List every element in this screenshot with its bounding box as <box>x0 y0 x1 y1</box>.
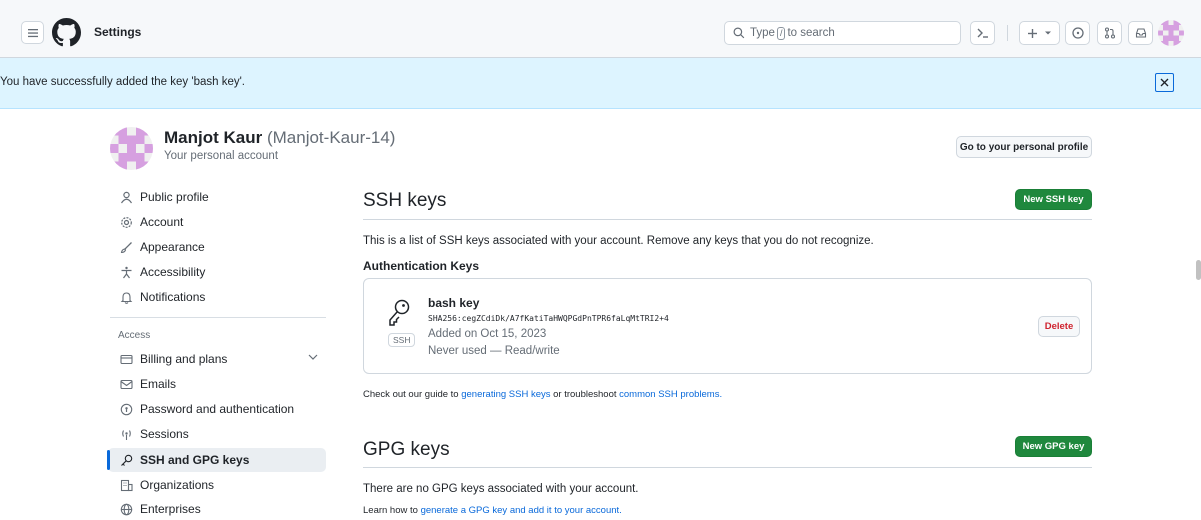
app-header: Settings Type / to search <box>0 0 1201 58</box>
delete-key-button[interactable]: Delete <box>1038 316 1080 337</box>
sidebar-divider <box>110 317 326 318</box>
mail-icon <box>118 378 134 391</box>
new-gpg-key-button[interactable]: New GPG key <box>1015 436 1092 457</box>
ssh-badge: SSH <box>388 333 416 347</box>
sidebar-item-appearance[interactable]: Appearance <box>118 236 328 258</box>
profile-name: Manjot Kaur (Manjot-Kaur-14) <box>164 128 395 148</box>
page-scrollbar[interactable] <box>1196 260 1201 280</box>
create-new-button[interactable] <box>1019 21 1060 45</box>
gear-icon <box>118 216 134 229</box>
search-shortcut-key: / <box>776 26 786 40</box>
sidebar-item-label: Password and authentication <box>140 402 295 416</box>
sidebar-heading-access: Access <box>118 330 151 341</box>
issues-button[interactable] <box>1065 21 1090 45</box>
accessibility-icon <box>118 266 134 279</box>
search-placeholder-prefix: Type <box>750 27 775 39</box>
ssh-key-title: bash key <box>428 296 480 310</box>
gpg-keys-title: GPG keys <box>363 439 450 460</box>
generating-ssh-keys-link[interactable]: generating SSH keys <box>461 389 550 400</box>
ssh-description: This is a list of SSH keys associated wi… <box>363 235 874 247</box>
ssh-key-item: SSH bash key SHA256:cegZCdiDk/A7fKatiTaH… <box>363 278 1092 374</box>
profile-avatar[interactable] <box>110 127 153 170</box>
flash-message: You have successfully added the key 'bas… <box>0 76 245 88</box>
terminal-icon <box>977 28 988 38</box>
bell-icon <box>118 291 134 304</box>
sidebar-item-label: Emails <box>140 377 177 391</box>
caret-down-icon <box>1045 31 1051 35</box>
learn-prefix: Learn how to <box>363 505 418 516</box>
sidebar-item-label: Billing and plans <box>140 352 228 366</box>
profile-handle: (Manjot-Kaur-14) <box>266 128 396 147</box>
ssh-key-added-date: Added on Oct 15, 2023 <box>428 328 547 340</box>
gpg-section-divider <box>363 467 1092 468</box>
inbox-icon <box>1135 28 1146 38</box>
profile-display-name: Manjot Kaur <box>164 128 263 147</box>
sidebar-item-label: Accessibility <box>140 265 206 279</box>
pull-requests-button[interactable] <box>1097 21 1122 45</box>
globe-icon <box>118 503 134 516</box>
menu-button[interactable] <box>21 21 44 44</box>
ssh-keys-title: SSH keys <box>363 190 447 211</box>
sidebar-item-ssh-gpg-keys[interactable]: SSH and GPG keys <box>118 449 328 471</box>
sidebar-item-label: Notifications <box>140 290 206 304</box>
sidebar-item-label: Public profile <box>140 190 209 204</box>
issue-opened-icon <box>1071 27 1084 39</box>
sidebar-item-label: Account <box>140 215 184 229</box>
sidebar-item-sessions[interactable]: Sessions <box>118 423 328 445</box>
sidebar-item-billing[interactable]: Billing and plans <box>118 348 328 370</box>
sidebar-item-label: SSH and GPG keys <box>140 453 250 467</box>
sidebar-item-label: Organizations <box>140 478 215 492</box>
paintbrush-icon <box>118 241 134 254</box>
command-palette-button[interactable] <box>970 21 995 45</box>
close-icon <box>1160 78 1169 87</box>
git-pull-request-icon <box>1104 27 1115 39</box>
ssh-key-fingerprint: SHA256:cegZCdiDk/A7fKatiTaHWQPGdPnTPR6fa… <box>428 314 669 323</box>
inbox-button[interactable] <box>1128 21 1153 45</box>
sidebar-item-label: Sessions <box>140 427 189 441</box>
sidebar-item-account[interactable]: Account <box>118 211 328 233</box>
chevron-down-icon[interactable] <box>308 354 318 360</box>
guide-middle: or troubleshoot <box>553 389 617 400</box>
key-icon <box>389 299 410 326</box>
success-flash-banner: You have successfully added the key 'bas… <box>0 58 1201 109</box>
new-ssh-key-button[interactable]: New SSH key <box>1015 189 1092 210</box>
plus-icon <box>1028 28 1037 38</box>
sidebar-item-public-profile[interactable]: Public profile <box>118 186 328 208</box>
header-title: Settings <box>94 25 142 39</box>
key-icon <box>118 454 134 467</box>
sidebar-item-password[interactable]: Password and authentication <box>118 398 328 420</box>
sidebar-item-emails[interactable]: Emails <box>118 373 328 395</box>
header-divider <box>1007 25 1008 41</box>
sidebar-item-label: Enterprises <box>140 502 201 516</box>
generate-gpg-key-link[interactable]: generate a GPG key and add it to your ac… <box>421 505 622 516</box>
sidebar-item-organizations[interactable]: Organizations <box>118 474 328 496</box>
sidebar-item-label: Appearance <box>140 240 205 254</box>
ssh-key-usage: Never used — Read/write <box>428 345 560 357</box>
guide-prefix: Check out our guide to <box>363 389 459 400</box>
go-to-profile-button[interactable]: Go to your personal profile <box>956 136 1092 158</box>
common-ssh-problems-link[interactable]: common SSH problems. <box>619 389 722 400</box>
organization-icon <box>118 479 134 492</box>
sidebar-item-accessibility[interactable]: Accessibility <box>118 261 328 283</box>
sidebar-active-indicator <box>107 450 110 470</box>
search-icon <box>733 27 745 39</box>
ssh-section-divider <box>363 219 1092 220</box>
sidebar-item-notifications[interactable]: Notifications <box>118 286 328 308</box>
search-placeholder-suffix: to search <box>787 27 835 39</box>
gpg-empty-message: There are no GPG keys associated with yo… <box>363 483 639 495</box>
flash-dismiss-button[interactable] <box>1155 73 1174 92</box>
ssh-guide-text: Check out our guide to generating SSH ke… <box>363 389 722 400</box>
github-logo-icon[interactable] <box>52 18 81 47</box>
broadcast-icon <box>118 428 134 441</box>
shield-lock-icon <box>118 403 134 416</box>
hamburger-icon <box>27 28 38 37</box>
search-input[interactable]: Type / to search <box>724 21 961 45</box>
credit-card-icon <box>118 353 134 366</box>
gpg-learn-text: Learn how to generate a GPG key and add … <box>363 505 622 516</box>
sidebar-item-enterprises[interactable]: Enterprises <box>118 498 328 520</box>
profile-subtitle: Your personal account <box>164 150 279 162</box>
user-avatar[interactable] <box>1158 20 1184 46</box>
person-icon <box>118 191 134 204</box>
authentication-keys-heading: Authentication Keys <box>363 259 480 273</box>
